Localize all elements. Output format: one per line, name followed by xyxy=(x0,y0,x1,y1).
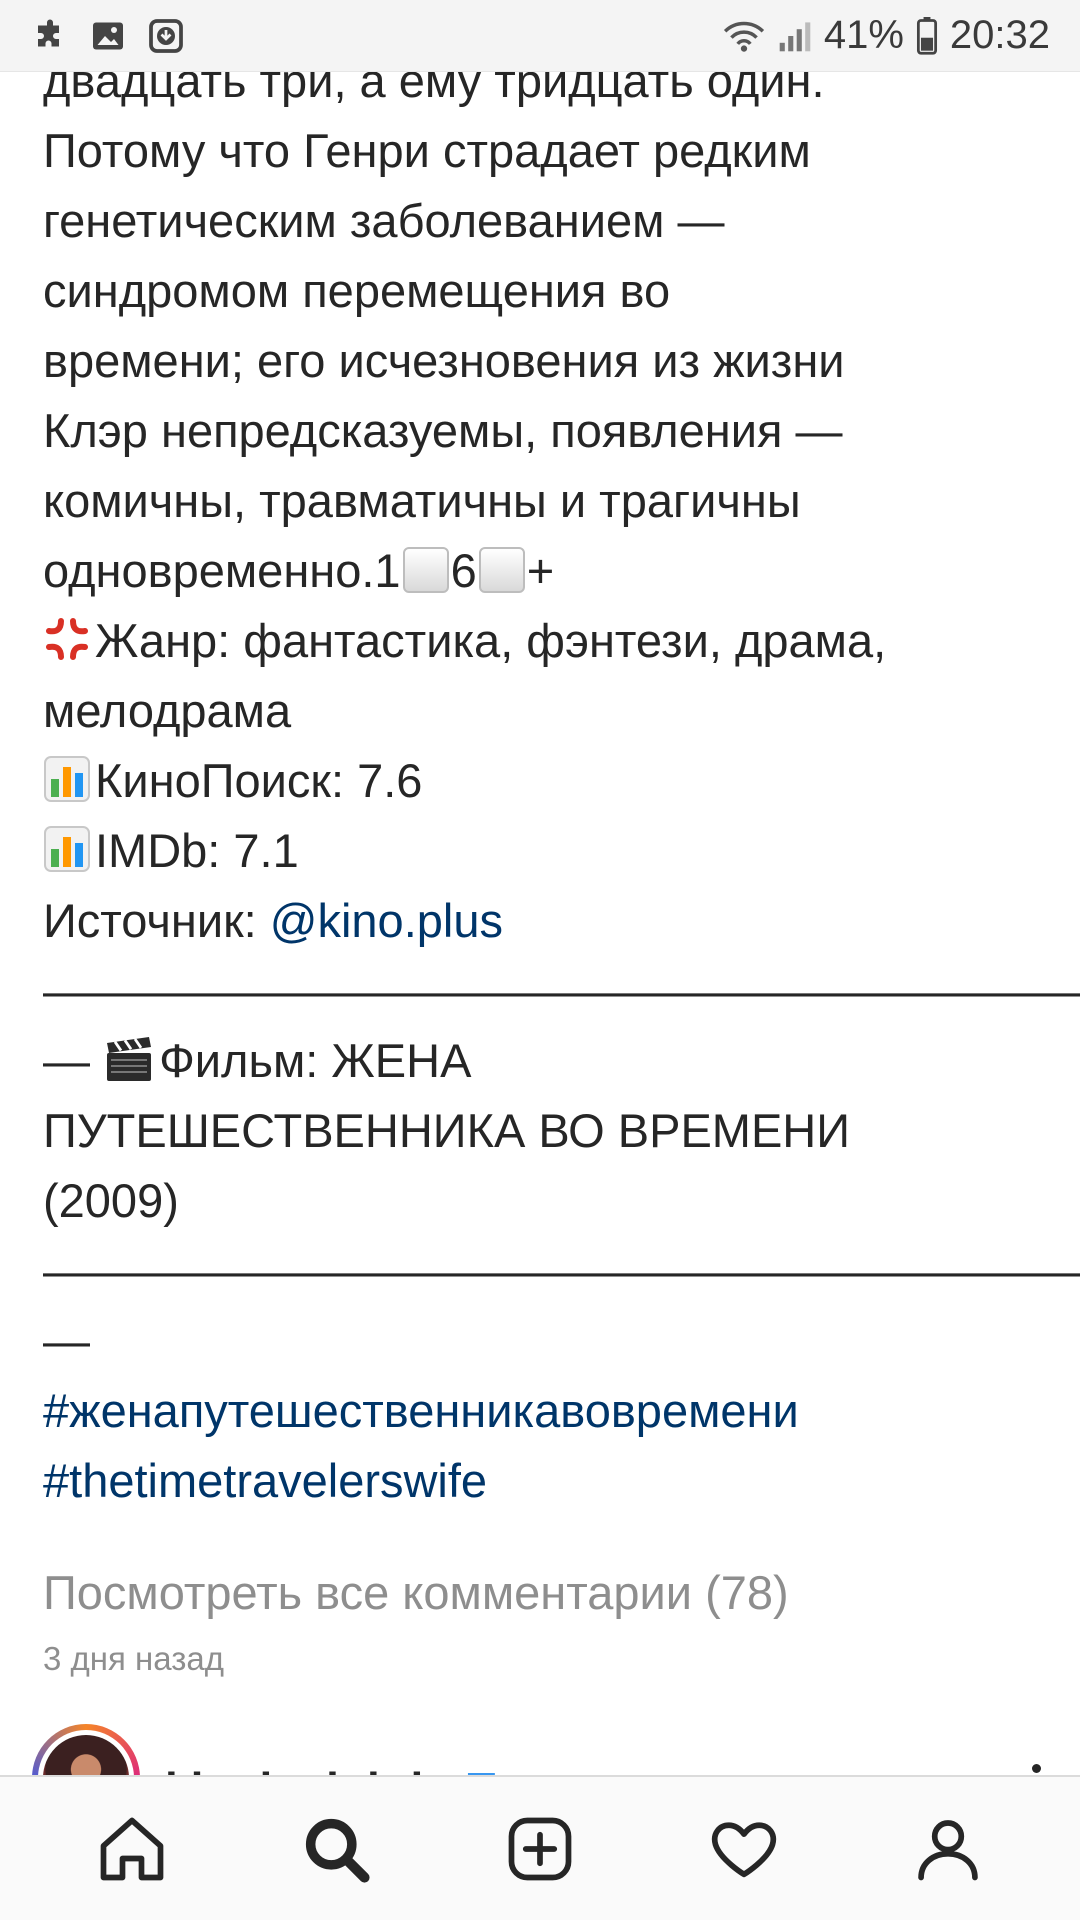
keycap-box-icon xyxy=(402,547,449,593)
caption-line: генетическим заболеванием — xyxy=(43,194,725,247)
caption-line: комичны, травматичны и трагичны xyxy=(43,474,801,527)
divider-line: —————————————————————————— xyxy=(43,964,1080,1017)
source-label: Источник: xyxy=(43,894,270,947)
home-icon xyxy=(100,1817,164,1880)
next-post-header: kinokadr.hd • Подписаться xyxy=(0,1724,1080,1775)
next-post-username-line: kinokadr.hd • Подписаться xyxy=(165,1762,766,1775)
gallery-icon xyxy=(93,22,123,49)
bar-chart-icon xyxy=(44,756,90,802)
more-options-icon[interactable] xyxy=(1032,1764,1044,1775)
film-prefix: — xyxy=(43,1034,104,1087)
signal-icon xyxy=(779,21,811,51)
profile-icon xyxy=(918,1819,978,1880)
kinopoisk-line: КиноПоиск: 7.6 xyxy=(43,746,1043,816)
bottom-navigation xyxy=(0,1775,1080,1920)
anger-symbol-icon xyxy=(46,618,88,660)
genre-line: Жанр: фантастика, фэнтези, драма, xyxy=(43,606,1043,676)
puzzle-icon xyxy=(38,19,59,46)
divider-line: —————————————————————————— xyxy=(43,1244,1080,1297)
nav-new-post-button[interactable] xyxy=(490,1799,590,1899)
caption-plus: + xyxy=(526,544,555,597)
caption-line: Потому что Генри страдает редким xyxy=(43,124,811,177)
keycap-box-icon xyxy=(478,547,525,593)
nav-search-button[interactable] xyxy=(286,1799,386,1899)
source-line: Источник: @kino.plus xyxy=(43,886,1043,956)
imdb-rating: IMDb: 7.1 xyxy=(95,824,299,877)
post-caption: двадцать три, а ему тридцать один. Потом… xyxy=(43,72,1080,1516)
hashtag-link[interactable]: #женапутешественникавовремени xyxy=(43,1376,1043,1446)
nav-home-button[interactable] xyxy=(82,1799,182,1899)
new-post-icon xyxy=(508,1817,572,1880)
caption-line: ПУТЕШЕСТВЕННИКА ВО ВРЕМЕНИ xyxy=(43,1104,851,1157)
post-timestamp: 3 дня назад xyxy=(43,1640,224,1677)
follow-button[interactable]: Подписаться xyxy=(465,1763,766,1775)
caption-age-line: одновременно.1 6 + xyxy=(43,536,1043,606)
battery-icon xyxy=(916,16,937,55)
avatar-image xyxy=(43,1735,129,1775)
status-bar: 41% 20:32 xyxy=(0,0,1080,72)
caption-digit: 6 xyxy=(450,544,477,597)
nav-profile-button[interactable] xyxy=(898,1799,998,1899)
clapper-board-icon xyxy=(107,1037,152,1081)
download-icon xyxy=(149,18,183,53)
imdb-line: IMDb: 7.1 xyxy=(43,816,1043,886)
heart-icon xyxy=(711,1821,777,1877)
avatar[interactable] xyxy=(32,1724,140,1775)
divider-line: — xyxy=(43,1314,90,1367)
caption-text: одновременно.1 xyxy=(43,544,401,597)
caption-line: двадцать три, а ему тридцать один. xyxy=(43,72,825,107)
search-icon xyxy=(305,1818,370,1883)
film-title-text: Фильм: ЖЕНА xyxy=(159,1034,472,1087)
wifi-icon xyxy=(723,21,764,52)
status-left-icons xyxy=(32,18,184,54)
separator-dot: • xyxy=(423,1763,465,1775)
view-all-comments-link[interactable]: Посмотреть все комментарии (78) xyxy=(43,1565,789,1620)
genre-text: Жанр: фантастика, фэнтези, драма, xyxy=(95,614,887,667)
bar-chart-icon xyxy=(44,826,90,872)
kinopoisk-rating: КиноПоиск: 7.6 xyxy=(95,754,423,807)
caption-line: времени; его исчезновения из жизни xyxy=(43,334,845,387)
nav-activity-button[interactable] xyxy=(694,1799,794,1899)
film-title-line: — Фильм: ЖЕНА xyxy=(43,1026,1043,1096)
username-link[interactable]: kinokadr.hd xyxy=(165,1763,423,1775)
caption-line: Клэр непредсказуемы, появления — xyxy=(43,404,843,457)
source-mention-link[interactable]: @kino.plus xyxy=(270,894,503,947)
clock: 20:32 xyxy=(949,13,1050,57)
hashtag-link[interactable]: #thetimetravelerswife xyxy=(43,1446,1043,1516)
caption-line: (2009) xyxy=(43,1174,179,1227)
status-right-icons: 41% 20:32 xyxy=(722,13,1050,58)
feed-content[interactable]: двадцать три, а ему тридцать один. Потом… xyxy=(0,72,1080,1775)
battery-percent: 41% xyxy=(823,13,904,57)
caption-line: мелодрама xyxy=(43,684,292,737)
caption-line: синдромом перемещения во xyxy=(43,264,671,317)
